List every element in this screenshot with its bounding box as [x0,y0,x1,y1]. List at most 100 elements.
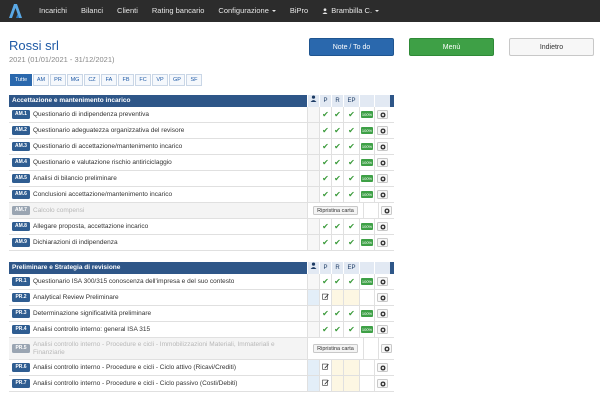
row-main-cell[interactable]: AM.3 Questionario di accettazione/manteni… [9,139,307,154]
table-row[interactable]: AM.3 Questionario di accettazione/manteni… [9,139,394,155]
row-label[interactable]: Questionario di indipendenza preventiva [33,111,149,118]
row-main-cell[interactable]: AM.5 Analisi di bilancio preliminare [9,171,307,186]
p-cell[interactable] [319,360,331,375]
back-button[interactable]: Indietro [509,38,594,56]
edit-icon[interactable] [322,379,329,388]
table-row[interactable]: PR.2 Analytical Review Preliminare [9,290,394,306]
gear-icon[interactable] [377,309,388,318]
edit-icon[interactable] [322,293,329,302]
gear-icon[interactable] [377,158,388,167]
gear-icon[interactable] [377,126,388,135]
row-label[interactable]: Analisi controllo interno - Procedure e … [33,341,307,356]
tab-mg[interactable]: MG [67,74,83,86]
table-row[interactable]: AM.7 Calcolo compensi Ripristina carta [9,203,394,219]
gear-icon[interactable] [381,344,392,353]
row-label[interactable]: Questionario ISA 300/315 conoscenza dell… [33,278,234,285]
gear-icon[interactable] [377,238,388,247]
gear-icon[interactable] [377,110,388,119]
p-cell[interactable] [319,290,331,305]
row-label[interactable]: Determinazione significatività prelimina… [33,310,151,317]
table-row[interactable]: AM.5 Analisi di bilancio preliminare ✔ ✔ ✔ 10… [9,171,394,187]
table-row[interactable]: PR.7 Analisi controllo interno - Procedur… [9,376,394,392]
gear-icon[interactable] [377,222,388,231]
edit-icon[interactable] [322,363,329,372]
table-row[interactable]: PR.1 Questionario ISA 300/315 conoscenza … [9,274,394,290]
table-row[interactable]: AM.4 Questionario e valutazione rischio a… [9,155,394,171]
row-main-cell[interactable]: PR.2 Analytical Review Preliminare [9,290,307,305]
table-row[interactable]: AM.2 Questionario adeguatezza organizzati… [9,123,394,139]
notes-todo-button[interactable]: Note / To do [309,38,394,56]
table-row[interactable]: AM.6 Conclusioni accettazione/manteniment… [9,187,394,203]
row-main-cell[interactable]: PR.5 Analisi controllo interno - Procedur… [9,338,307,359]
row-main-cell[interactable]: AM.9 Dichiarazioni di indipendenza [9,235,307,250]
tab-sf[interactable]: SF [186,74,202,86]
nav-clienti[interactable]: Clienti [110,0,145,22]
row-label[interactable]: Calcolo compensi [33,207,84,214]
row-label[interactable]: Conclusioni accettazione/mantenimento in… [33,191,172,198]
gear-icon[interactable] [377,293,388,302]
table-row[interactable]: PR.6 Analisi controllo interno - Procedur… [9,360,394,376]
tab-fc[interactable]: FC [135,74,151,86]
table-row[interactable]: AM.8 Allegare proposta, accettazione inca… [9,219,394,235]
table-row[interactable]: PR.3 Determinazione significatività preli… [9,306,394,322]
row-main-cell[interactable]: PR.4 Analisi controllo interno: general I… [9,322,307,337]
check-icon: ✔ [334,221,341,231]
nav-incarichi[interactable]: Incarichi [32,0,74,22]
p-cell: ✔ [319,187,331,202]
row-label[interactable]: Questionario adeguatezza organizzativa d… [33,127,184,134]
gear-icon[interactable] [377,363,388,372]
row-main-cell[interactable]: AM.7 Calcolo compensi [9,203,307,218]
gear-icon[interactable] [377,190,388,199]
restore-card-button[interactable]: Ripristina carta [313,206,358,215]
tab-pr[interactable]: PR [50,74,66,86]
tab-tutte[interactable]: Tutte [10,74,32,86]
row-main-cell[interactable]: AM.6 Conclusioni accettazione/manteniment… [9,187,307,202]
nav-rating-bancario[interactable]: Rating bancario [145,0,212,22]
gear-icon[interactable] [377,379,388,388]
nav-bilanci[interactable]: Bilanci [74,0,110,22]
table-row[interactable]: PR.4 Analisi controllo interno: general I… [9,322,394,338]
table-row[interactable]: AM.1 Questionario di indipendenza prevent… [9,107,394,123]
row-main-cell[interactable]: AM.1 Questionario di indipendenza prevent… [9,107,307,122]
restore-card-button[interactable]: Ripristina carta [313,344,358,353]
tab-cz[interactable]: CZ [84,74,100,86]
gear-icon[interactable] [377,277,388,286]
nav-configurazione[interactable]: Configurazione [211,0,282,22]
tab-am[interactable]: AM [33,74,49,86]
column-p: P [319,95,331,107]
tab-vp[interactable]: VP [152,74,168,86]
row-label[interactable]: Analytical Review Preliminare [33,294,119,301]
row-main-cell[interactable]: PR.3 Determinazione significatività preli… [9,306,307,321]
row-label[interactable]: Questionario e valutazione rischio antir… [33,159,172,166]
p-cell: ✔ [319,322,331,337]
row-label[interactable]: Analisi di bilancio preliminare [33,175,117,182]
row-label[interactable]: Questionario di accettazione/manteniment… [33,143,182,150]
tab-fb[interactable]: FB [118,74,134,86]
p-cell[interactable] [319,376,331,391]
row-main-cell[interactable]: AM.8 Allegare proposta, accettazione inca… [9,219,307,234]
tab-fa[interactable]: FA [101,74,117,86]
row-label[interactable]: Dichiarazioni di indipendenza [33,239,118,246]
row-main-cell[interactable]: PR.7 Analisi controllo interno - Procedur… [9,376,307,391]
row-main-cell[interactable]: PR.6 Analisi controllo interno - Procedur… [9,360,307,375]
row-label[interactable]: Analisi controllo interno - Procedure e … [33,364,236,371]
row-main-cell[interactable]: AM.4 Questionario e valutazione rischio a… [9,155,307,170]
gear-icon[interactable] [377,325,388,334]
nav-bipro[interactable]: BiPro [283,0,315,22]
table-row[interactable]: PR.5 Analisi controllo interno - Procedur… [9,338,394,360]
gear-icon[interactable] [381,206,392,215]
r-cell [331,376,343,391]
row-label[interactable]: Allegare proposta, accettazione incarico [33,223,148,230]
nav-user-menu[interactable]: Brambilla C. [315,0,386,22]
row-main-cell[interactable]: PR.1 Questionario ISA 300/315 conoscenza … [9,274,307,289]
app-logo-icon[interactable] [4,0,26,22]
gear-icon[interactable] [377,142,388,151]
gear-icon[interactable] [377,174,388,183]
row-label[interactable]: Analisi controllo interno: general ISA 3… [33,326,150,333]
menu-button[interactable]: Menù [409,38,494,56]
p-cell: ✔ [319,123,331,138]
tab-gp[interactable]: GP [169,74,185,86]
row-main-cell[interactable]: AM.2 Questionario adeguatezza organizzati… [9,123,307,138]
table-row[interactable]: AM.9 Dichiarazioni di indipendenza ✔ ✔ ✔ 100% [9,235,394,251]
row-label[interactable]: Analisi controllo interno - Procedure e … [33,380,237,387]
